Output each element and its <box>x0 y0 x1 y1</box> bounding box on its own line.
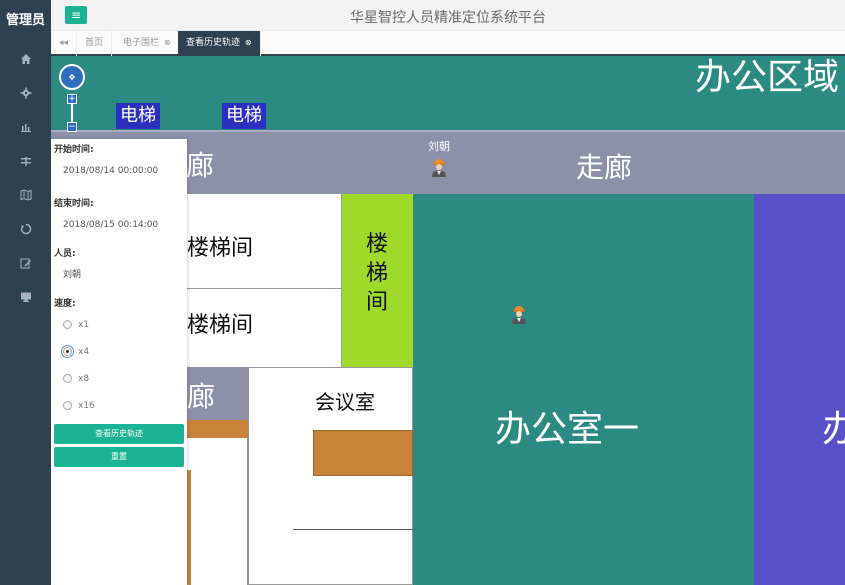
end-time-input[interactable]: 2018/08/15 00:14:00 <box>54 211 184 239</box>
tab-bar: ◂◂ 首页 电子围栏 ⊗ 查看历史轨迹 ⊗ <box>51 31 845 56</box>
room-office-area: 办公区域 <box>51 56 845 130</box>
room-label: 走廊 <box>576 151 633 184</box>
speed-option-x4[interactable]: x4 <box>54 338 184 365</box>
tab-fence[interactable]: 电子围栏 ⊗ <box>115 31 180 56</box>
zoom-out-button[interactable]: − <box>67 122 77 132</box>
room-label: 办 <box>822 409 845 450</box>
start-time-label: 开始时间: <box>54 145 94 155</box>
room-lower-left <box>187 438 248 585</box>
room-label: 楼梯间 <box>187 313 254 338</box>
view-history-button[interactable]: 查看历史轨迹 <box>54 424 184 444</box>
double-chevron-left-icon: ◂◂ <box>58 38 69 48</box>
speed-option-x16[interactable]: x16 <box>54 392 184 419</box>
bar-chart-icon <box>20 124 31 132</box>
sidebar-item-config[interactable] <box>0 144 51 178</box>
radio-label: x8 <box>78 373 90 384</box>
tab-label: 电子围栏 <box>123 38 160 48</box>
furniture-bar <box>187 470 191 585</box>
close-icon[interactable]: ⊗ <box>245 38 252 47</box>
arrows-icon: ✥ <box>68 72 76 82</box>
speed-option-x1[interactable]: x1 <box>54 311 184 338</box>
speed-label: 速度: <box>54 299 76 309</box>
radio-button[interactable] <box>63 320 72 329</box>
radio-label: x1 <box>78 319 90 330</box>
radio-button[interactable] <box>63 401 72 410</box>
radio-label: x16 <box>78 400 95 411</box>
zoom-in-button[interactable]: + <box>67 94 77 104</box>
sidebar-item-home[interactable] <box>0 42 51 76</box>
room-stair-vertical: 楼梯间 <box>342 194 413 367</box>
reset-button[interactable]: 重置 <box>54 447 184 467</box>
edit-icon <box>20 258 31 269</box>
tab-history[interactable]: 查看历史轨迹 ⊗ <box>178 31 261 56</box>
sliders-icon <box>20 157 31 166</box>
room-label: 楼梯间 <box>366 232 389 315</box>
person-label: 人员: <box>54 249 76 259</box>
elevator-2: 电梯 <box>222 103 266 129</box>
gear-icon <box>20 87 31 99</box>
room-meeting: 会议室 <box>248 367 413 585</box>
history-icon <box>20 223 31 235</box>
radio-button[interactable] <box>61 345 74 358</box>
map-icon <box>20 189 31 201</box>
tab-home[interactable]: 首页 <box>77 31 113 56</box>
pan-control[interactable]: ✥ <box>59 64 85 90</box>
room-label: 会议室 <box>315 390 375 414</box>
person-input[interactable]: 刘朝 <box>54 261 184 289</box>
wall-line <box>293 529 413 530</box>
history-query-panel: 开始时间: 2018/08/14 00:00:00 结束时间: 2018/08/… <box>51 139 187 585</box>
room-stair-1: 楼梯间 <box>187 194 342 289</box>
elevator-1: 电梯 <box>116 103 160 129</box>
sidebar-brand: 管理员 <box>5 13 45 28</box>
room-label: 办公室一 <box>495 409 640 450</box>
end-time-label: 结束时间: <box>54 199 94 209</box>
app-title: 华星智控人员精准定位系统平台 <box>350 10 546 26</box>
tab-label: 首页 <box>85 38 104 48</box>
home-icon <box>20 54 31 64</box>
monitor-icon <box>20 292 31 302</box>
room-corridor-lower: 廊 <box>187 367 248 420</box>
tab-label: 查看历史轨迹 <box>186 38 241 48</box>
sidebar-item-map[interactable] <box>0 178 51 212</box>
furniture-table <box>187 420 248 438</box>
room-label: 办公区域 <box>694 57 839 98</box>
room-label: 廊 <box>187 380 216 413</box>
tab-scroll-left-button[interactable]: ◂◂ <box>51 31 77 56</box>
person-label: 刘朝 <box>428 140 450 153</box>
room-office-right: 办 <box>754 194 845 585</box>
meeting-table <box>313 430 413 476</box>
start-time-input[interactable]: 2018/08/14 00:00:00 <box>54 157 184 185</box>
room-label: 楼梯间 <box>187 236 254 261</box>
room-office-1: 办公室一 <box>413 194 754 585</box>
top-header: ≡ 华星智控人员精准定位系统平台 <box>51 0 845 31</box>
sidebar-item-monitor[interactable] <box>0 280 51 314</box>
radio-label: x4 <box>78 346 90 357</box>
sidebar-item-stats[interactable] <box>0 110 51 144</box>
room-label: 廊 <box>186 149 215 182</box>
worker-icon[interactable] <box>510 304 528 324</box>
sidebar: 管理员 <box>0 0 51 585</box>
sidebar-item-history[interactable] <box>0 212 51 246</box>
room-stair-2: 楼梯间 <box>187 289 342 367</box>
sidebar-item-edit[interactable] <box>0 246 51 280</box>
speed-option-x8[interactable]: x8 <box>54 365 184 392</box>
sidebar-item-settings[interactable] <box>0 76 51 110</box>
worker-icon[interactable] <box>430 157 448 177</box>
close-icon[interactable]: ⊗ <box>164 38 171 47</box>
zoom-slider[interactable] <box>71 104 73 122</box>
radio-button[interactable] <box>63 374 72 383</box>
